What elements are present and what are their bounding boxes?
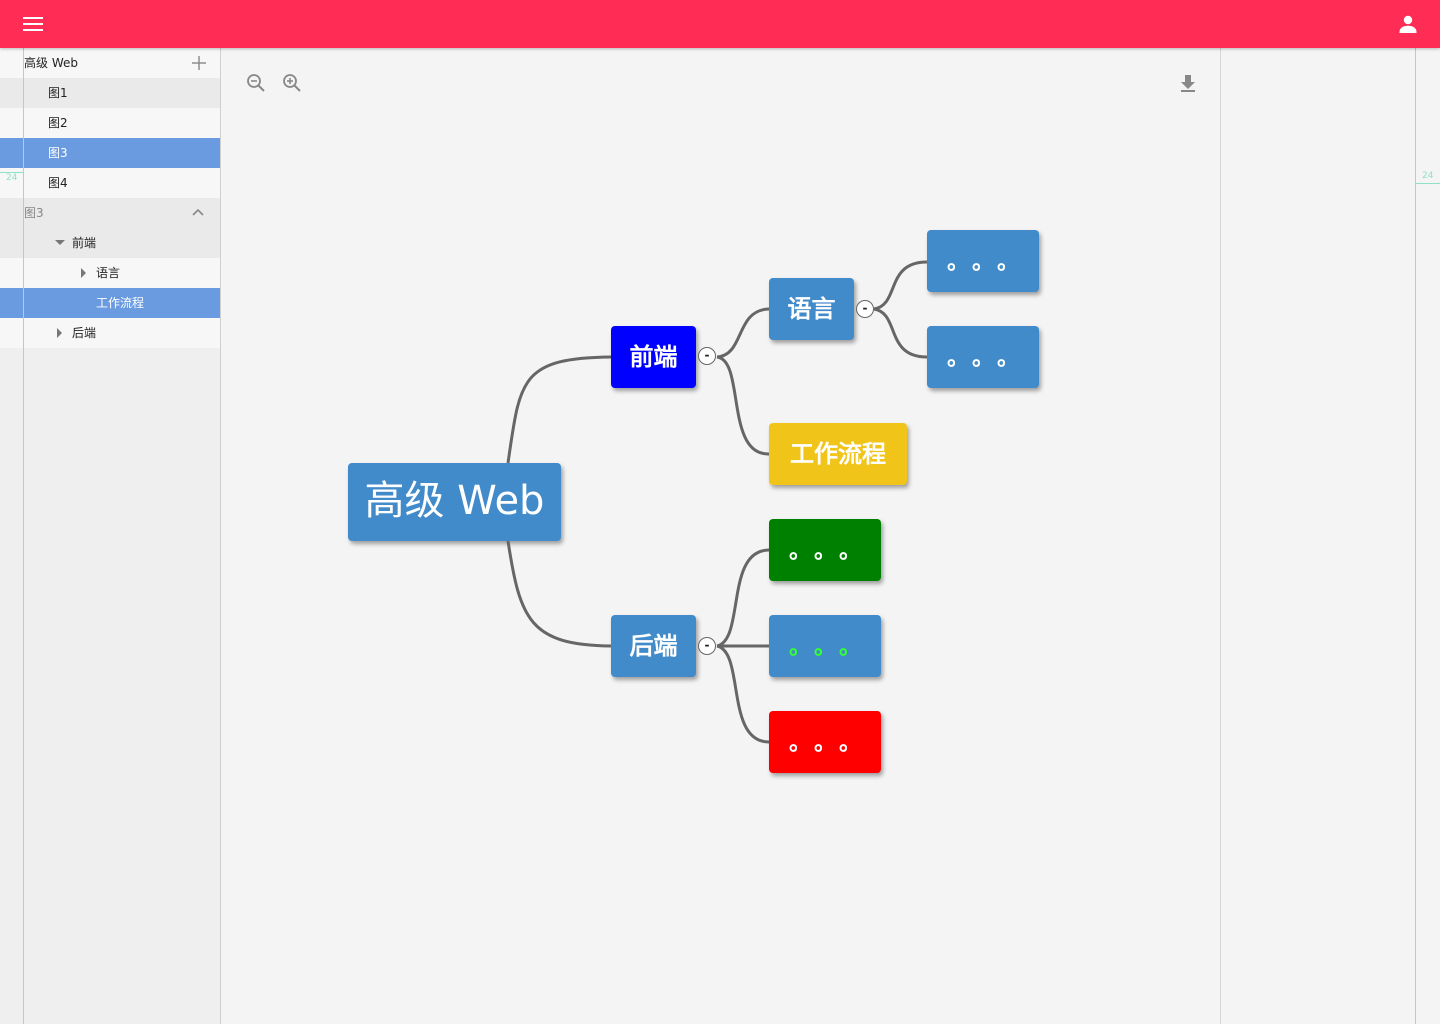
user-icon[interactable] bbox=[1396, 12, 1420, 36]
collapse-front-toggle[interactable]: - bbox=[698, 347, 716, 365]
guide-line-right bbox=[1415, 48, 1416, 1024]
link-root-back bbox=[506, 540, 612, 648]
link-front-workflow bbox=[716, 355, 770, 456]
link-back-red bbox=[716, 644, 770, 744]
link-lang-top bbox=[873, 260, 928, 311]
mindmap-connectors bbox=[506, 260, 928, 744]
guide-measure-right bbox=[1416, 183, 1440, 184]
collapse-back-toggle[interactable]: - bbox=[698, 637, 716, 655]
link-back-green bbox=[716, 548, 770, 648]
top-app-bar bbox=[0, 0, 1440, 48]
link-lang-bottom bbox=[873, 307, 928, 359]
link-root-front bbox=[506, 355, 612, 464]
menu-icon[interactable] bbox=[22, 14, 44, 34]
link-front-lang bbox=[716, 307, 770, 359]
guide-label-right: 24 bbox=[1422, 171, 1434, 181]
guide-line-left bbox=[23, 48, 24, 1024]
guide-label-left: 24 bbox=[6, 173, 18, 183]
collapse-lang-toggle[interactable]: - bbox=[856, 300, 874, 318]
